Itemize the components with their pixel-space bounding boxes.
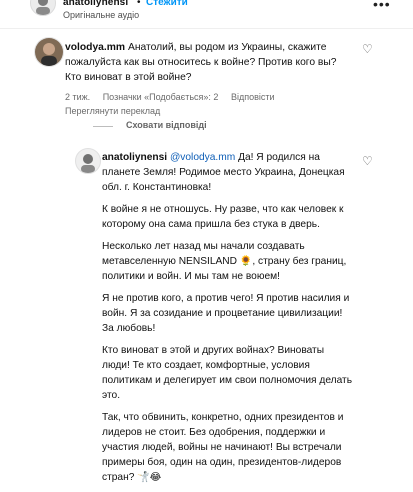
reply-mention-link[interactable]: @volodya.mm [170, 152, 235, 163]
reply-paragraph-4: Я не против кого, а против чего! Я проти… [102, 293, 350, 334]
reply-author-username[interactable]: anatoliynensi [102, 152, 167, 163]
heart-outline-icon[interactable]: ♡ [362, 42, 373, 56]
header-separator: • [137, 0, 141, 8]
comment-age: 2 тиж. [65, 92, 91, 102]
reply-paragraph-5: Кто виноват в этой и других войнах? Вино… [102, 345, 353, 401]
replies-toggle-line [93, 126, 113, 127]
comment-likes[interactable]: Позначки «Подобається»: 2 [103, 92, 219, 102]
more-horizontal-icon[interactable]: ••• [373, 0, 391, 12]
reply-body: anatoliynensi @volodya.mm Да! Я родился … [102, 150, 352, 492]
comment-body: volodya.mm Анатолий, вы родом из Украины… [65, 40, 350, 85]
post-header: anatoliynensi • Стежити Оригінальне ауді… [0, 0, 413, 26]
sunflower-emoji: 🌻 [239, 256, 253, 267]
header-divider [0, 28, 413, 29]
hide-replies-button[interactable]: Сховати відповіді [126, 120, 207, 130]
fencer-laughing-emoji: 🤺😂 [137, 472, 162, 483]
reply-paragraph-1: anatoliynensi @volodya.mm Да! Я родился … [102, 150, 352, 195]
reply-paragraph-2: К войне я не отношусь. Ну разве, что как… [102, 204, 344, 230]
reply-link[interactable]: Відповісти [231, 92, 275, 102]
reply-paragraph-3: Несколько лет назад мы начали создавать … [102, 239, 352, 284]
author-username[interactable]: anatoliynensi [63, 0, 128, 8]
translate-link[interactable]: Переглянути переклад [65, 106, 160, 116]
commenter-username[interactable]: volodya.mm [65, 42, 125, 53]
reply-paragraph-6: Так, что обвинить, конкретно, одних през… [102, 410, 352, 485]
heart-outline-icon[interactable]: ♡ [362, 154, 373, 168]
author-avatar[interactable] [30, 0, 56, 16]
reply-author-avatar[interactable] [75, 148, 101, 174]
audio-label[interactable]: Оригінальне аудіо [63, 10, 139, 20]
commenter-avatar[interactable] [34, 37, 64, 67]
comment-meta: 2 тиж. Позначки «Подобається»: 2 Відпові… [65, 92, 285, 102]
follow-button[interactable]: Стежити [146, 0, 188, 8]
